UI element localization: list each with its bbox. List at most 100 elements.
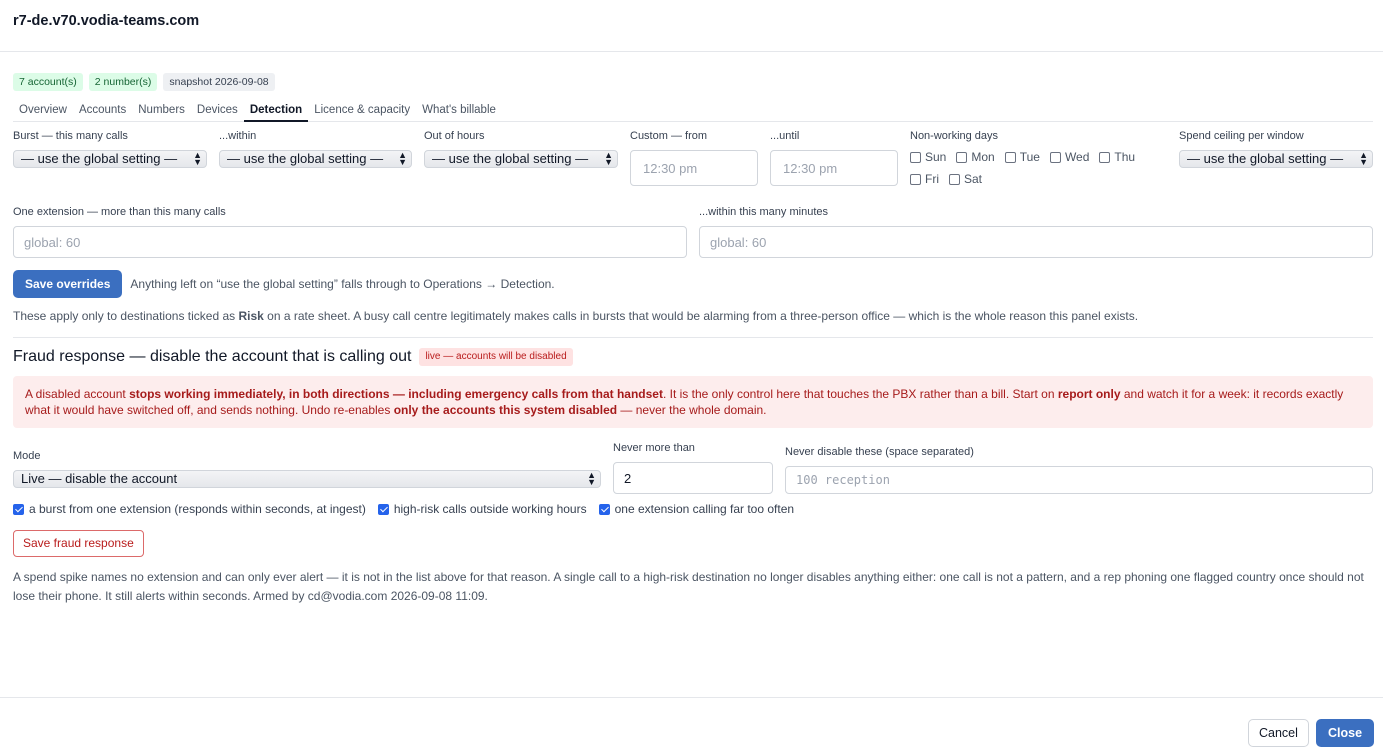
trigger-burst[interactable]: a burst from one extension (responds wit…: [13, 502, 366, 516]
trigger-label: a burst from one extension (responds wit…: [29, 502, 366, 516]
day-sat[interactable]: Sat: [949, 172, 982, 186]
fraud-section-title: Fraud response — disable the account tha…: [13, 348, 412, 365]
until-input[interactable]: 12:30 pm: [770, 150, 898, 186]
trigger-label: high-risk calls outside working hours: [393, 502, 587, 516]
mode-label: Mode: [13, 450, 41, 462]
save-fraud-response-button[interactable]: Save fraud response: [13, 530, 144, 557]
never-more-than-input[interactable]: 2: [613, 462, 773, 494]
save-overrides-row: Save overrides Anything left on “use the…: [13, 270, 1373, 298]
checkbox[interactable]: [956, 151, 968, 163]
spend-ceiling-select-value: — use the global setting —: [1187, 151, 1344, 166]
day-fri[interactable]: Fri: [910, 172, 939, 186]
alert-text: — never the whole domain.: [617, 403, 767, 417]
checkbox-checked[interactable]: [598, 503, 610, 515]
alert-bold: stops working immediately, in both direc…: [129, 387, 663, 401]
within-minutes-input[interactable]: global: 60: [699, 226, 1373, 258]
mode-field: Mode Live — disable the account ▲ ▼: [13, 450, 601, 488]
until-field: ...until 12:30 pm: [770, 130, 898, 186]
trigger-high-risk-ooh[interactable]: high-risk calls outside working hours: [377, 502, 587, 516]
modal-title: r7-de.v70.vodia-teams.com: [13, 13, 200, 29]
spend-ceiling-label: Spend ceiling per window: [1179, 130, 1304, 142]
burst-label: Burst — this many calls: [13, 130, 128, 142]
checkbox-checked[interactable]: [377, 503, 389, 515]
trigger-label: one extension calling far too often: [614, 502, 795, 516]
out-of-hours-select[interactable]: — use the global setting — ▲ ▼: [424, 150, 618, 168]
extension-limits-row: One extension — more than this many call…: [13, 206, 1373, 258]
checkbox[interactable]: [949, 173, 960, 185]
checkbox[interactable]: [910, 151, 921, 163]
never-disable-field: Never disable these (space separated) 10…: [785, 446, 1373, 494]
tab-devices[interactable]: Devices: [191, 103, 244, 122]
checkbox[interactable]: [1099, 151, 1111, 163]
day-thu[interactable]: Thu: [1099, 150, 1135, 164]
trigger-calling-too-often[interactable]: one extension calling far too often: [598, 502, 795, 516]
day-mon[interactable]: Mon: [956, 150, 995, 164]
within-minutes-field: ...within this many minutes global: 60: [699, 206, 1373, 258]
burst-select-value: — use the global setting —: [21, 151, 178, 166]
modal-body: 7 account(s) 2 number(s) snapshot 2026-0…: [0, 52, 1383, 606]
spend-ceiling-select[interactable]: — use the global setting — ▲ ▼: [1179, 150, 1373, 168]
day-label: Sat: [964, 172, 983, 186]
within-label: ...within: [219, 130, 257, 142]
alert-bold: only the accounts this system disabled: [393, 403, 618, 417]
save-overrides-button[interactable]: Save overrides: [13, 270, 123, 298]
day-wed[interactable]: Wed: [1049, 150, 1090, 164]
out-of-hours-label: Out of hours: [424, 130, 485, 142]
never-disable-input[interactable]: 100 reception: [785, 466, 1373, 494]
checkbox[interactable]: [1049, 151, 1061, 163]
tab-overview[interactable]: Overview: [13, 103, 73, 122]
mode-select[interactable]: Live — disable the account ▲ ▼: [13, 470, 601, 488]
day-label: Sun: [925, 150, 947, 164]
custom-from-input[interactable]: 12:30 pm: [630, 150, 758, 186]
live-status-badge: live — accounts will be disabled: [419, 348, 573, 366]
risk-note-bold: Risk: [238, 309, 264, 323]
day-label: Thu: [1114, 150, 1136, 164]
day-tue[interactable]: Tue: [1004, 150, 1040, 164]
alert-text: . It is the only control here that touch…: [662, 387, 1058, 401]
select-arrows-icon: ▲ ▼: [587, 470, 596, 487]
tab-bar: Overview Accounts Numbers Devices Detect…: [13, 103, 1373, 122]
burst-field: Burst — this many calls — use the global…: [13, 130, 207, 168]
tab-licence-capacity[interactable]: Licence & capacity: [308, 103, 416, 122]
modal-header: r7-de.v70.vodia-teams.com: [0, 0, 1383, 52]
within-select[interactable]: — use the global setting — ▲ ▼: [219, 150, 412, 168]
never-more-than-field: Never more than 2: [613, 442, 773, 494]
tab-accounts[interactable]: Accounts: [73, 103, 132, 122]
fraud-warning-alert: A disabled account stops working immedia…: [13, 376, 1373, 428]
select-arrows-icon: ▲ ▼: [604, 150, 613, 167]
risk-note: These apply only to destinations ticked …: [13, 309, 1373, 338]
within-select-value: — use the global setting —: [227, 151, 384, 166]
cancel-button[interactable]: Cancel: [1248, 719, 1309, 747]
select-arrows-icon: ▲ ▼: [1359, 150, 1368, 167]
day-sun[interactable]: Sun: [910, 150, 946, 164]
close-button[interactable]: Close: [1316, 719, 1375, 747]
never-disable-label: Never disable these (space separated): [785, 446, 974, 458]
checkbox-checked[interactable]: [13, 503, 24, 515]
day-label: Wed: [1064, 150, 1090, 164]
checkbox[interactable]: [910, 173, 921, 185]
alert-text: A disabled account: [25, 387, 130, 401]
spend-ceiling-field: Spend ceiling per window — use the globa…: [1179, 130, 1373, 168]
out-of-hours-field: Out of hours — use the global setting — ▲…: [424, 130, 618, 168]
out-of-hours-select-value: — use the global setting —: [432, 151, 589, 166]
within-field: ...within — use the global setting — ▲ ▼: [219, 130, 412, 168]
fraud-settings-row: Mode Live — disable the account ▲ ▼ Never …: [13, 442, 1373, 494]
risk-note-text: on a rate sheet. A busy call centre legi…: [263, 309, 1139, 323]
tab-numbers[interactable]: Numbers: [132, 103, 191, 122]
select-arrows-icon: ▲ ▼: [193, 150, 202, 167]
numbers-badge: 2 number(s): [88, 73, 158, 91]
tab-whats-billable[interactable]: What's billable: [416, 103, 502, 122]
summary-badges: 7 account(s) 2 number(s) snapshot 2026-0…: [13, 73, 1373, 91]
custom-from-label: Custom — from: [630, 130, 708, 142]
checkbox[interactable]: [1004, 151, 1016, 163]
custom-from-field: Custom — from 12:30 pm: [630, 130, 758, 186]
day-label: Fri: [925, 172, 939, 186]
days-checkboxes: Sun Mon Tue Wed Thu Fri Sat: [910, 150, 1160, 186]
extension-calls-input[interactable]: global: 60: [13, 226, 687, 258]
burst-select[interactable]: — use the global setting — ▲ ▼: [13, 150, 207, 168]
non-working-days-field: Non-working days Sun Mon Tue Wed Thu Fri…: [910, 130, 1170, 186]
tab-detection[interactable]: Detection: [243, 103, 309, 122]
fraud-triggers: a burst from one extension (responds wit…: [13, 502, 1373, 516]
day-label: Tue: [1019, 150, 1040, 164]
non-working-days-label: Non-working days: [910, 130, 999, 142]
